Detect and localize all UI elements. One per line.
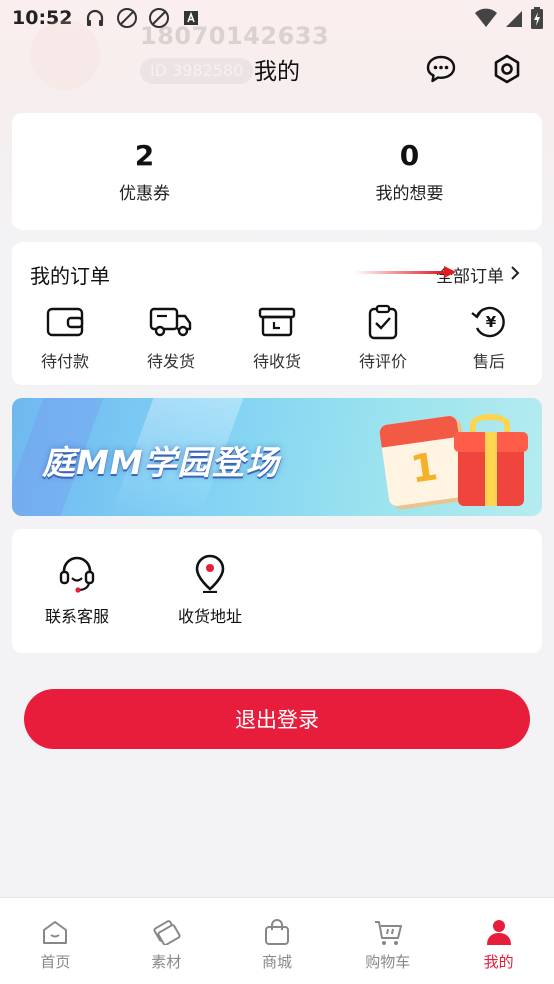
- orders-title: 我的订单: [30, 264, 110, 288]
- settings-icon[interactable]: [490, 52, 524, 86]
- coupon-label: 优惠券: [119, 184, 170, 204]
- bottom-tab-bar: 首页 素材 商城 购物车 我的: [0, 897, 554, 984]
- wishlist-count: 0: [399, 139, 420, 172]
- headset-icon: [57, 553, 97, 593]
- calendar-number: 1: [408, 444, 441, 492]
- tab-cart[interactable]: 购物车: [332, 898, 443, 984]
- cart-icon: [373, 918, 403, 946]
- material-icon: [151, 918, 181, 946]
- page-title: 我的: [254, 59, 300, 85]
- shipping-address-label: 收货地址: [177, 607, 242, 626]
- promo-banner[interactable]: 庭MM学园登场 1: [12, 398, 542, 516]
- order-pending-payment[interactable]: 待付款: [20, 304, 110, 372]
- customer-service-button[interactable]: 联系客服: [32, 553, 122, 627]
- truck-icon: [149, 304, 193, 340]
- tab-mine-label: 我的: [483, 953, 514, 971]
- banner-title: 庭MM学园登场: [42, 443, 280, 482]
- orders-card: 我的订单 全部订单 待付款 待发货 待收货 待评价 ¥ 售后: [12, 242, 542, 385]
- order-status-list: 待付款 待发货 待收货 待评价 ¥ 售后: [12, 304, 542, 372]
- svg-text:¥: ¥: [486, 313, 497, 331]
- wishlist-stat[interactable]: 0 我的想要: [277, 113, 542, 230]
- tab-home[interactable]: 首页: [0, 898, 111, 984]
- order-pending-receipt[interactable]: 待收货: [232, 304, 322, 372]
- coupon-count: 2: [134, 139, 155, 172]
- tab-material[interactable]: 素材: [111, 898, 222, 984]
- signal-icon: [504, 8, 524, 33]
- order-pending-shipment-label: 待发货: [146, 352, 195, 371]
- shopping-bag-icon: [262, 918, 292, 946]
- customer-service-label: 联系客服: [44, 607, 109, 626]
- home-icon: [40, 918, 70, 946]
- tab-cart-label: 购物车: [365, 953, 411, 971]
- wishlist-label: 我的想要: [375, 184, 444, 204]
- order-pending-receipt-label: 待收货: [252, 352, 301, 371]
- order-pending-review-label: 待评价: [358, 352, 407, 371]
- location-pin-icon: [190, 553, 230, 593]
- logout-button[interactable]: 退出登录: [24, 689, 530, 749]
- highlight-arrow-head: [444, 266, 456, 278]
- calendar-illustration: 1: [378, 414, 468, 508]
- stats-card: 2 优惠券 0 我的想要: [12, 113, 542, 230]
- highlight-arrow-line: [354, 271, 454, 274]
- wallet-icon: [43, 304, 87, 340]
- tab-mine[interactable]: 我的: [443, 898, 554, 984]
- services-card: 联系客服 收货地址: [12, 529, 542, 653]
- chevron-right-icon: [510, 265, 520, 285]
- order-pending-review[interactable]: 待评价: [338, 304, 428, 372]
- box-icon: [255, 304, 299, 340]
- tab-material-label: 素材: [151, 953, 182, 971]
- coupon-stat[interactable]: 2 优惠券: [12, 113, 277, 230]
- battery-icon: [530, 7, 544, 34]
- tab-mall-label: 商城: [261, 953, 292, 971]
- wifi-icon: [474, 8, 498, 33]
- profile-phone: 18070142633: [140, 22, 330, 50]
- tab-mall[interactable]: 商城: [222, 898, 333, 984]
- person-icon: [484, 918, 514, 946]
- clipboard-check-icon: [361, 304, 405, 340]
- gift-box-illustration: [454, 414, 528, 506]
- order-pending-payment-label: 待付款: [40, 352, 89, 371]
- shipping-address-button[interactable]: 收货地址: [165, 553, 255, 627]
- yen-return-icon: ¥: [467, 304, 511, 340]
- order-after-sales[interactable]: ¥ 售后: [444, 304, 534, 372]
- order-pending-shipment[interactable]: 待发货: [126, 304, 216, 372]
- tab-home-label: 首页: [40, 953, 71, 971]
- message-icon[interactable]: [424, 52, 458, 86]
- order-after-sales-label: 售后: [472, 352, 505, 371]
